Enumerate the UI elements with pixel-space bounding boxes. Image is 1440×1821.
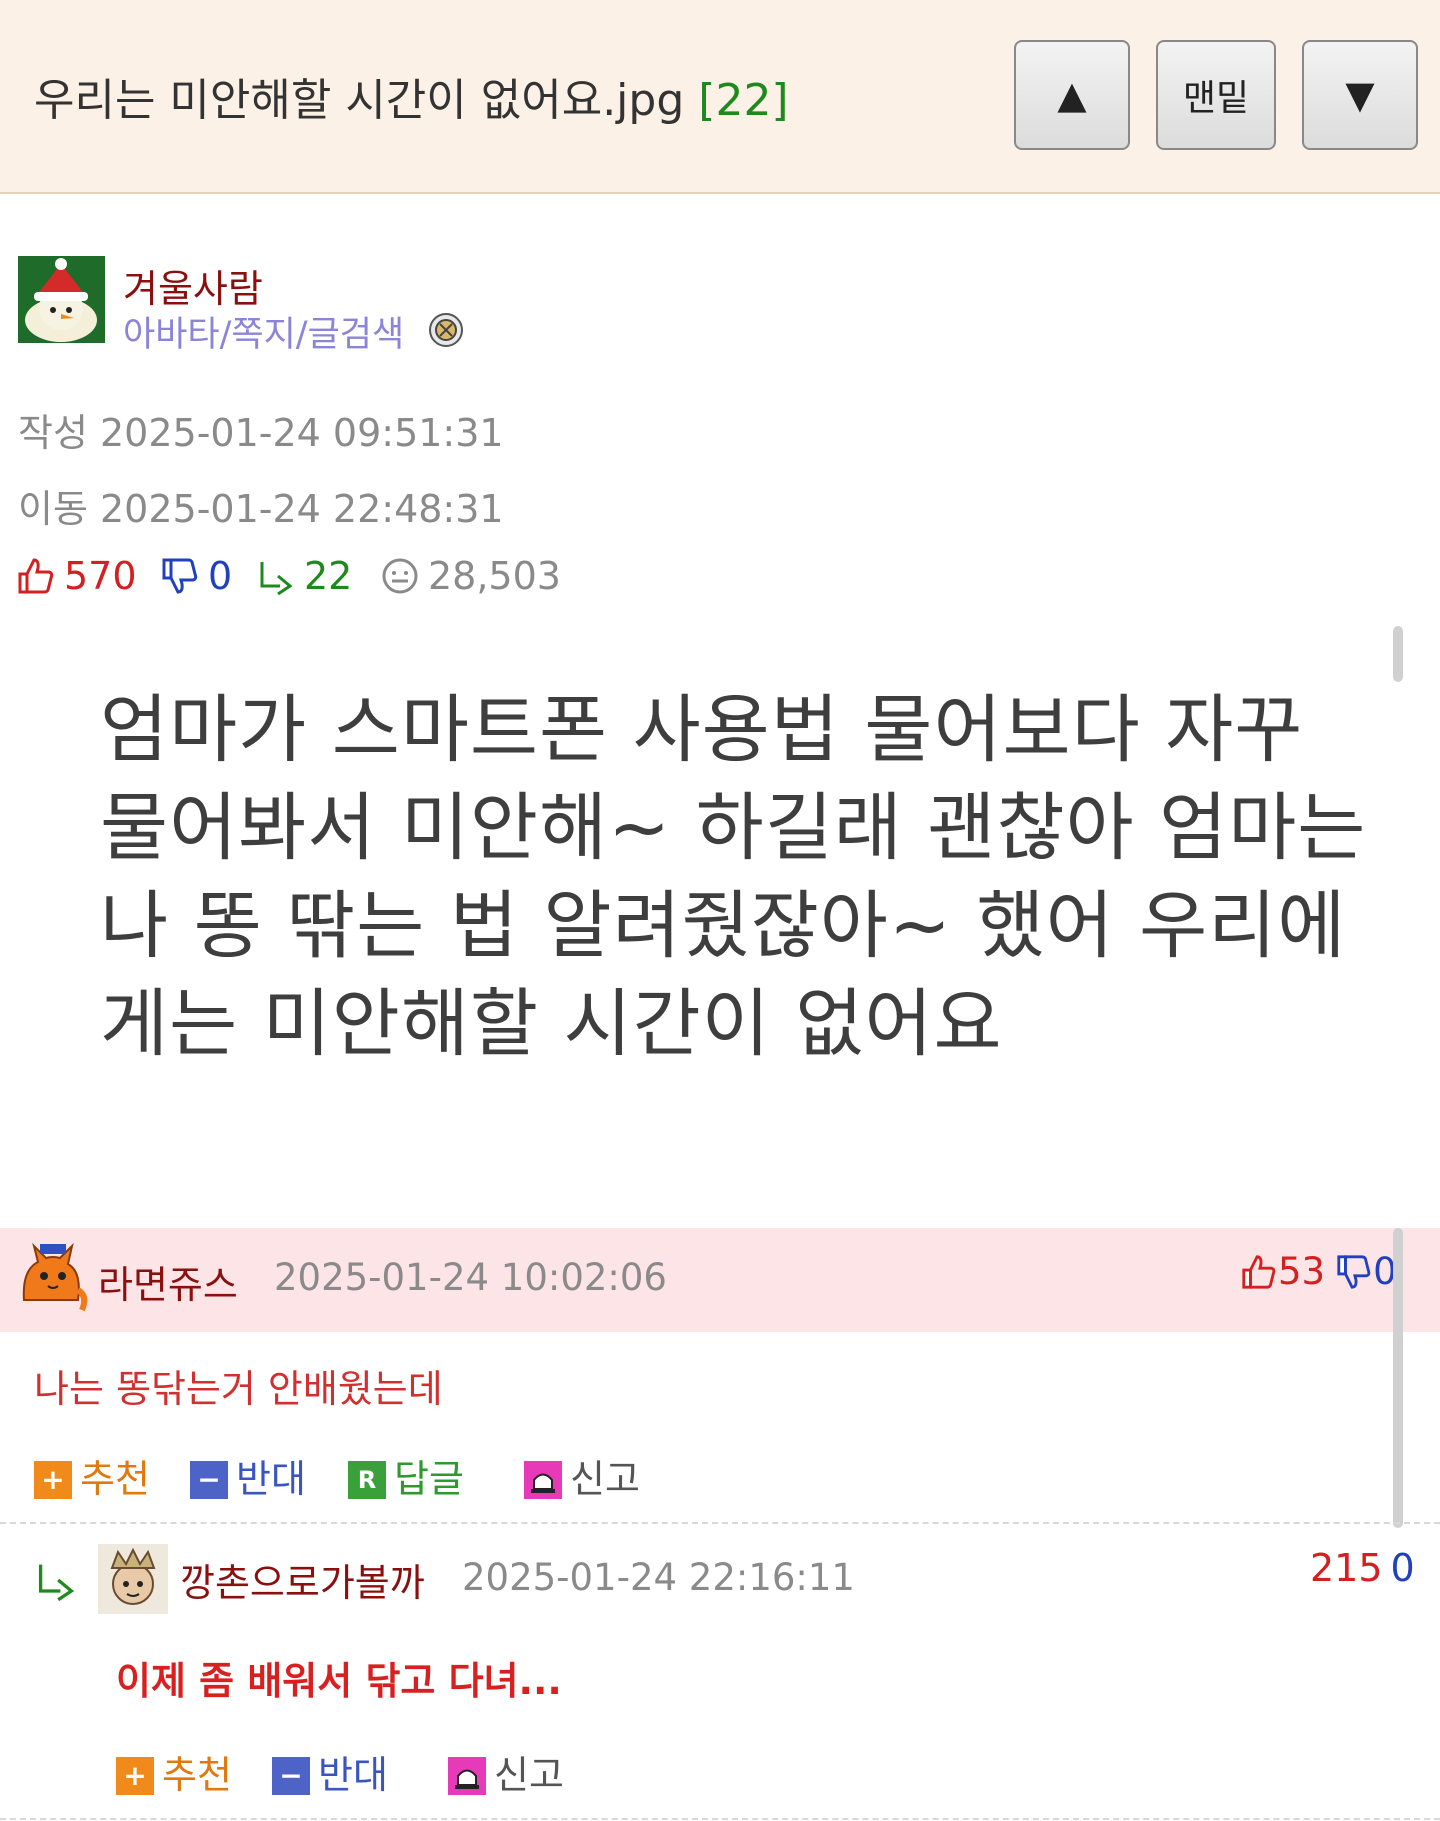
thumbs-down-icon[interactable] — [1335, 1253, 1373, 1291]
view-count: 28,503 — [428, 554, 561, 598]
scrollbar-thumb[interactable] — [1393, 1228, 1403, 1528]
content-line: 물어봐서 미안해~ 하길래 괜찮아 엄마는 — [100, 785, 1367, 871]
created-date: 작성 2025-01-24 09:51:31 — [18, 411, 504, 455]
oppose-label: 반대 — [318, 1753, 388, 1797]
reply-label: 답글 — [394, 1457, 464, 1501]
bottom-button-label: 맨밑 — [1182, 78, 1250, 119]
like-stat[interactable]: 570 — [16, 554, 137, 598]
reply-votes: 215 0 — [1310, 1546, 1415, 1590]
post-title-text: 우리는 미안해할 시간이 없어요.jpg — [34, 75, 685, 126]
comment-author-name[interactable]: 라면쥬스 — [98, 1254, 238, 1309]
content-line: 게는 미안해할 시간이 없어요 — [100, 981, 1003, 1067]
reply-header: 깡촌으로가볼까 2025-01-24 22:16:11 215 0 — [0, 1540, 1440, 1620]
plus-icon: + — [34, 1460, 72, 1499]
reply-author-name[interactable]: 깡촌으로가볼까 — [180, 1552, 425, 1607]
recommend-button[interactable]: + 추천 — [116, 1744, 232, 1799]
reply-button[interactable]: R 답글 — [348, 1448, 464, 1503]
reply-stat[interactable]: 22 — [256, 554, 352, 598]
level-badge-icon — [429, 313, 463, 347]
recommend-button[interactable]: + 추천 — [34, 1448, 150, 1503]
comment-divider — [0, 1818, 1440, 1820]
content-line: 나 똥 딲는 법 알려줬잖아~ 했어 우리에 — [100, 883, 1347, 969]
comment-count[interactable]: [22] — [698, 75, 788, 126]
author-links[interactable]: 아바타/쪽지/글검색 — [123, 306, 404, 357]
reply-count: 22 — [304, 554, 353, 598]
post-content-image: 엄마가 스마트폰 사용법 물어보다 자꾸 물어봐서 미안해~ 하길래 괜찮아 엄… — [70, 650, 1370, 1090]
thumbs-down-icon — [162, 558, 198, 594]
comment-text: 나는 똥닦는거 안배웠는데 — [34, 1367, 443, 1411]
top-header-bar: 우리는 미안해할 시간이 없어요.jpg [22] ▲ 맨밑 ▼ — [0, 0, 1440, 194]
reply-arrow-icon — [260, 562, 293, 596]
moved-date: 이동 2025-01-24 22:48:31 — [18, 487, 504, 531]
oppose-label: 반대 — [236, 1457, 306, 1501]
reply-r-icon: R — [348, 1460, 386, 1499]
thumbs-up-icon[interactable] — [1240, 1253, 1278, 1291]
smiley-view-icon — [382, 558, 418, 594]
comment-date: 2025-01-24 10:02:06 — [274, 1256, 667, 1299]
view-stat: 28,503 — [380, 554, 561, 598]
comment-votes: 53 0 — [1240, 1250, 1397, 1293]
siren-icon — [448, 1756, 486, 1795]
siren-icon — [524, 1460, 562, 1499]
comment-like-count: 53 — [1278, 1250, 1326, 1293]
minus-icon: − — [272, 1756, 310, 1795]
report-button[interactable]: 신고 — [524, 1448, 640, 1503]
scroll-bottom-button[interactable]: 맨밑 — [1156, 40, 1276, 150]
dislike-count: 0 — [208, 554, 233, 598]
down-arrow-icon: ▼ — [1345, 73, 1375, 117]
reply-date: 2025-01-24 22:16:11 — [462, 1556, 855, 1599]
scroll-down-button[interactable]: ▼ — [1302, 40, 1418, 150]
recommend-label: 추천 — [80, 1457, 150, 1501]
minus-icon: − — [190, 1460, 228, 1499]
reply-dislike-count: 0 — [1390, 1546, 1415, 1590]
comment-divider — [0, 1522, 1440, 1524]
up-arrow-icon: ▲ — [1057, 73, 1087, 117]
report-label: 신고 — [570, 1457, 640, 1501]
dislike-stat[interactable]: 0 — [160, 554, 232, 598]
reply-like-count: 215 — [1310, 1546, 1383, 1590]
like-count: 570 — [64, 554, 137, 598]
recommend-label: 추천 — [162, 1753, 232, 1797]
comment-header: 라면쥬스 2025-01-24 10:02:06 53 0 — [0, 1228, 1440, 1332]
scroll-up-button[interactable]: ▲ — [1014, 40, 1130, 150]
oppose-button[interactable]: − 반대 — [272, 1744, 388, 1799]
crowned-character-avatar-icon[interactable] — [98, 1544, 168, 1614]
report-label: 신고 — [494, 1753, 564, 1797]
oppose-button[interactable]: − 반대 — [190, 1448, 306, 1503]
post-title: 우리는 미안해할 시간이 없어요.jpg [22] — [34, 64, 789, 128]
content-line: 엄마가 스마트폰 사용법 물어보다 자꾸 — [100, 687, 1304, 773]
scrollbar-thumb[interactable] — [1393, 626, 1403, 682]
thumbs-up-icon — [18, 558, 54, 594]
plus-icon: + — [116, 1756, 154, 1795]
reply-text: 이제 좀 배워서 닦고 다녀... — [116, 1659, 562, 1703]
snowman-avatar-icon[interactable] — [18, 256, 105, 343]
report-button[interactable]: 신고 — [448, 1744, 564, 1799]
reply-arrow-icon — [38, 1564, 75, 1602]
orange-cat-avatar-icon[interactable] — [16, 1240, 90, 1314]
author-name[interactable]: 겨울사람 — [123, 258, 263, 313]
